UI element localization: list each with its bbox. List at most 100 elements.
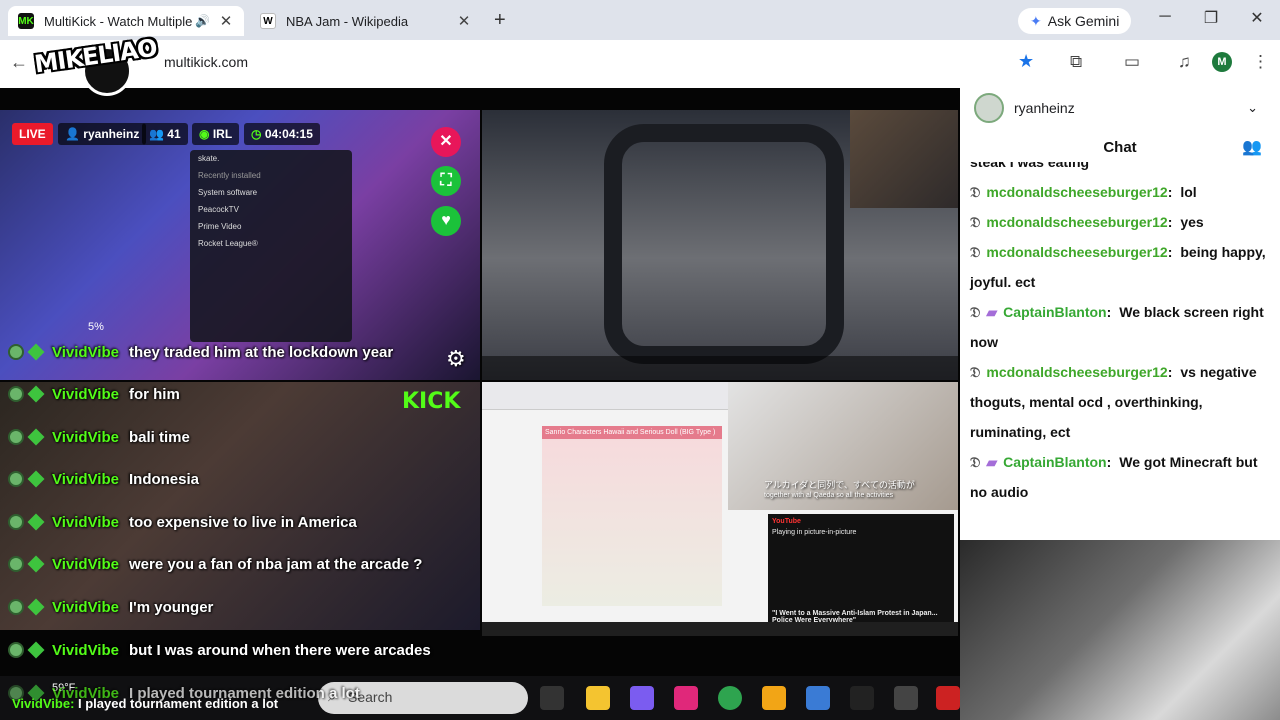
chat-text: bali time [128,428,190,446]
new-tab-button[interactable]: + [494,9,506,32]
chat-sidebar: ryanheinz ⌄ Chat 👥 steak I was eating 𝔇m… [960,88,1280,720]
user-avatar-icon [8,642,24,658]
chat-username[interactable]: mcdonaldscheeseburger12 [986,364,1167,380]
chrome-icon[interactable] [718,686,742,710]
subscriber-icon: ▰ [986,304,998,320]
badge-icon: 𝔇 [970,364,981,380]
stream-tile-1[interactable]: skate. Recently installed System softwar… [0,110,480,380]
heart-icon[interactable]: ♥ [431,206,461,236]
close-icon[interactable]: ✕ [456,12,472,30]
chat-ticker: VividVibe: I played tournament edition a… [12,696,279,711]
chat-message: 𝔇mcdonaldscheeseburger12: yes [970,214,1204,230]
obs-icon[interactable] [850,686,874,710]
window-close-icon[interactable]: ✕ [1242,8,1272,28]
category-pill[interactable]: ◉ IRL [192,123,240,145]
cast-icon[interactable]: ▭ [1124,52,1140,72]
clock-icon: ◷ [251,127,262,141]
chat-username[interactable]: mcdonaldscheeseburger12 [986,244,1167,260]
user-avatar-icon [8,599,24,615]
kebab-menu-icon[interactable]: ⋮ [1252,52,1269,72]
badge-icon [27,641,45,659]
badge-icon [27,385,45,403]
chat-list[interactable]: steak I was eating 𝔇mcdonaldscheeseburge… [960,162,1280,536]
audio-icon[interactable]: 🔊 [195,14,210,28]
menu-item: Prime Video [198,222,242,231]
streamer-logo: MIKELIAO [33,16,170,100]
viewer-count-pill: 👥 41 [142,123,188,145]
chevron-down-icon[interactable]: ⌄ [1247,100,1258,116]
message-text: lol [1180,184,1197,200]
chat-user: VividVibe [52,641,119,659]
badge-icon [27,428,45,446]
sniper-scope [604,124,844,364]
chat-message: 𝔇mcdonaldscheeseburger12: vs negative tho… [970,364,1257,440]
yt-label: YouTube [772,518,801,525]
chat-text: too expensive to live in America [128,513,357,531]
file-explorer-icon[interactable] [586,686,610,710]
back-arrow-icon[interactable]: ← [10,52,28,73]
user-avatar-icon [8,556,24,572]
chat-message: 𝔇 ▰ CaptainBlanton: We black screen right n… [970,304,1264,350]
app-icon[interactable] [936,686,960,710]
channel-header[interactable]: ryanheinz ⌄ [960,88,1280,128]
console-menu: skate. Recently installed System softwar… [190,150,352,342]
chat-user: VividVibe [52,385,119,403]
chat-username[interactable]: mcdonaldscheeseburger12 [986,184,1167,200]
overlay-chat-line: VividVibe for him [8,383,180,405]
chat-user: VividVibe [52,598,119,616]
close-icon[interactable]: ✕ [218,12,234,30]
gemini-label: Ask Gemini [1047,13,1120,29]
menu-item: Rocket League® [198,239,258,248]
youtube-pip: YouTube Playing in picture-in-picture "I… [768,514,954,632]
copilot-icon[interactable] [630,686,654,710]
restore-icon[interactable]: ❐ [1196,8,1226,28]
bookmark-star-icon[interactable]: ★ [1018,51,1034,72]
message-text: yes [1180,214,1204,230]
chat-username[interactable]: mcdonaldscheeseburger12 [986,214,1167,230]
stream-tile-2[interactable] [482,110,958,380]
menu-current: skate. [198,154,220,163]
badge-icon [27,343,45,361]
user-icon: 👤 [65,127,80,141]
app-icon[interactable] [806,686,830,710]
tab-wikipedia[interactable]: W NBA Jam - Wikipedia ✕ [250,6,482,36]
chat-username[interactable]: CaptainBlanton [1003,304,1106,320]
chat-text: they traded him at the lockdown year [128,343,394,361]
page-title: Sanrio Characters Hawaii and Serious Dol… [542,426,722,439]
fullscreen-icon[interactable]: ⛶ [431,166,461,196]
badge-icon: 𝔇 [970,304,981,320]
close-stream-button[interactable]: ✕ [431,127,461,157]
tab-strip: MK MultiKick - Watch Multiple Kick Strea… [0,0,1280,40]
address-bar[interactable]: multikick.com [52,48,1052,78]
ticker-text: I played tournament edition a lot [78,696,279,711]
app-icon[interactable] [894,686,918,710]
controller-icon: ◉ [199,127,210,141]
tab-title: NBA Jam - Wikipedia [286,13,409,29]
menu-header: Recently installed [198,171,261,180]
chat-user: VividVibe [52,555,119,573]
settings-gear-icon[interactable]: ⚙ [446,346,466,372]
chat-username[interactable]: CaptainBlanton [1003,454,1106,470]
user-avatar-icon [8,514,24,530]
ask-gemini-button[interactable]: ✦ Ask Gemini [1018,8,1132,34]
profile-avatar[interactable]: M [1212,52,1232,72]
streamer-pill[interactable]: 👤 ryanheinz [58,123,147,145]
user-avatar-icon [8,386,24,402]
menu-item: PeacockTV [198,205,239,214]
app-icon[interactable] [674,686,698,710]
chat-user: VividVibe [52,343,119,361]
app-icon[interactable] [762,686,786,710]
stream-tile-4[interactable]: Sanrio Characters Hawaii and Serious Dol… [482,382,958,636]
stream-tile-3[interactable] [0,382,480,630]
facecam [850,110,958,208]
caption-jp: アルカイダと同列で、すべての活動が [764,480,915,490]
badge-icon: 𝔇 [970,244,981,260]
minimize-icon[interactable]: ─ [1150,8,1180,26]
badge-icon: 𝔇 [970,454,981,470]
viewers-icon: 👥 [149,127,164,141]
extensions-puzzle-icon[interactable]: ⧉ [1070,52,1082,72]
media-controls-icon[interactable]: ♫ [1178,52,1191,72]
browser-toolbar: ← multikick.com ★ ⧉ ▭ ♫ M ⋮ [0,40,1280,88]
chat-user: VividVibe [52,470,119,488]
task-view-icon[interactable] [540,686,564,710]
